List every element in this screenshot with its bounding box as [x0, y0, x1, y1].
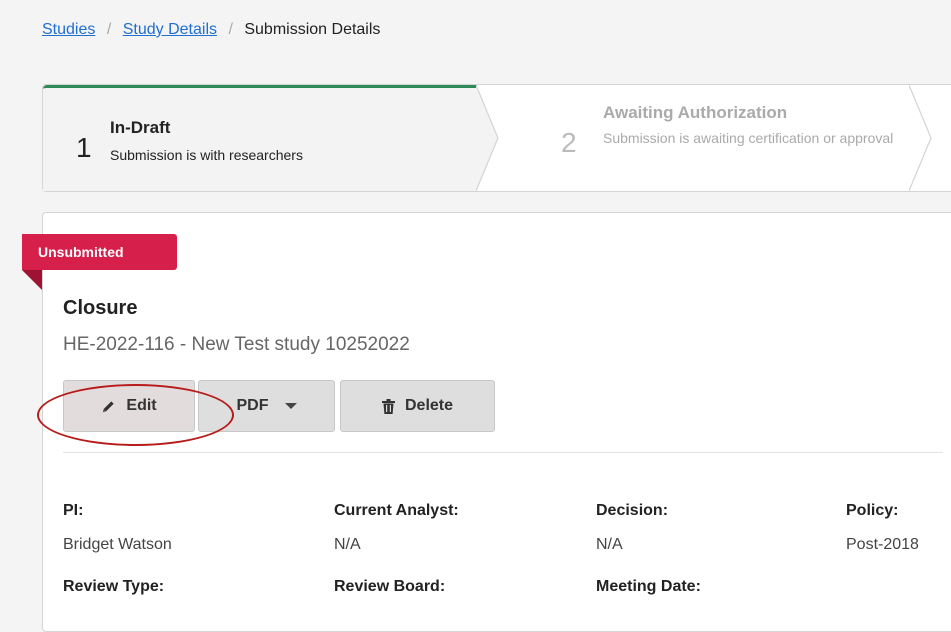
pdf-button-label: PDF [236, 397, 269, 414]
policy-value: Post-2018 [846, 536, 919, 553]
study-reference: HE-2022-116 - New Test study 10252022 [63, 334, 410, 355]
submission-title: Closure [63, 297, 138, 319]
section-divider [63, 452, 943, 453]
delete-button-label: Delete [404, 397, 454, 414]
step-number: 2 [561, 127, 577, 158]
delete-button[interactable]: Delete [340, 380, 495, 432]
breadcrumb-separator: / [228, 21, 233, 38]
meeting-date-label: Meeting Date: [596, 578, 701, 595]
pi-label: PI: [63, 502, 84, 519]
review-type-label: Review Type: [63, 578, 165, 595]
breadcrumb: Studies / Study Details / Submission Det… [42, 21, 380, 39]
edit-button-label: Edit [126, 397, 157, 414]
submission-stepper: 1 In-Draft Submission is with researcher… [42, 84, 951, 192]
current-analyst-value: N/A [334, 536, 361, 553]
step-chevron-divider [909, 85, 932, 191]
breadcrumb-separator: / [106, 21, 112, 38]
step-in-draft: 1 In-Draft Submission is with researcher… [43, 85, 477, 191]
review-board-label: Review Board: [334, 578, 446, 595]
pi-value: Bridget Watson [63, 536, 172, 553]
trash-icon [381, 398, 395, 414]
step-awaiting-authorization: 2 Awaiting Authorization Submission is a… [477, 85, 917, 191]
step-description: Submission is awaiting certification or … [603, 130, 894, 146]
step-title: In-Draft [110, 118, 171, 137]
policy-label: Policy: [846, 502, 899, 519]
breadcrumb-studies[interactable]: Studies [42, 21, 95, 38]
breadcrumb-study-details[interactable]: Study Details [123, 21, 217, 38]
status-badge-fold [22, 270, 42, 290]
pdf-dropdown-button[interactable]: PDF [198, 380, 335, 432]
caret-down-icon [284, 403, 297, 409]
step-title: Awaiting Authorization [603, 103, 788, 122]
decision-label: Decision: [596, 502, 669, 519]
step-number: 1 [76, 132, 92, 163]
step-description: Submission is with researchers [110, 147, 303, 163]
pencil-icon [101, 399, 116, 414]
edit-button[interactable]: Edit [63, 380, 195, 432]
decision-value: N/A [596, 536, 623, 553]
current-analyst-label: Current Analyst: [334, 502, 459, 519]
breadcrumb-current: Submission Details [244, 21, 381, 38]
status-badge: Unsubmitted [22, 234, 177, 270]
